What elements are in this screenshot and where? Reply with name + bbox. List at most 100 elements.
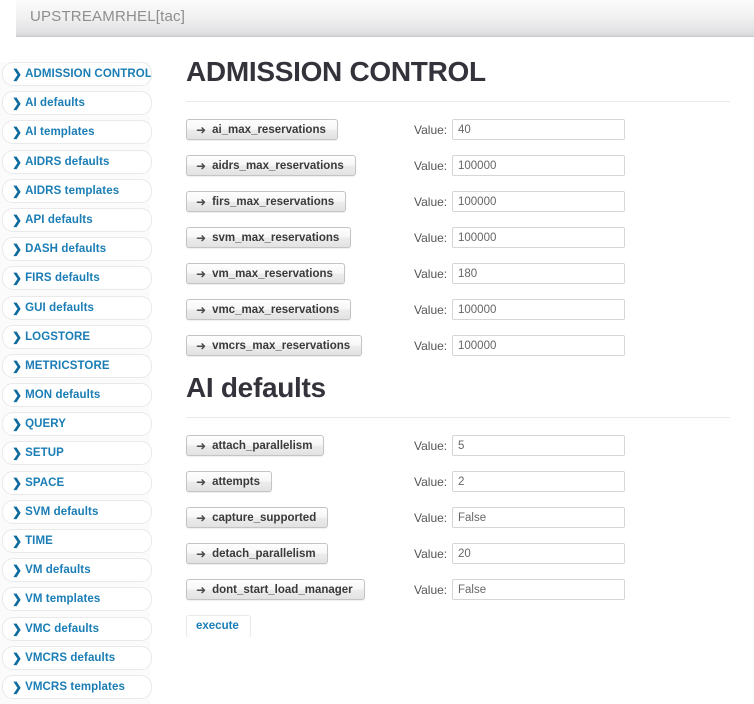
parameter-button-vmcrs-max-reservations[interactable]: ➜ vmcrs_max_reservations [186,335,363,356]
sidebar-item-query[interactable]: ❯ QUERY [2,412,152,437]
parameter-button-label: vmc_max_reservations [212,304,340,316]
sidebar-item-vmc-defaults[interactable]: ❯ VMC defaults [2,616,152,641]
chevron-right-icon: ❯ [12,154,23,169]
sidebar-item-setup[interactable]: ❯ SETUP [2,441,152,466]
parameter-button-execute[interactable]: execute [186,615,251,637]
sidebar-navigation: ❯ ADMISSION CONTROL ❯ AI defaults ❯ AI templa… [0,62,152,704]
value-label: Value: [414,123,448,137]
parameter-button-vmc-max-reservations[interactable]: ➜ vmc_max_reservations [186,299,352,320]
chevron-right-icon: ❯ [12,183,23,198]
arrow-right-icon: ➜ [196,123,207,137]
value-input-detach-parallelism[interactable] [452,543,625,564]
sidebar-item-dash-defaults[interactable]: ❯ DASH defaults [2,237,152,262]
chevron-right-icon: ❯ [12,417,23,432]
parameter-rows: ➜ attach_parallelism Value: ➜ attempts Value:… [186,418,746,637]
parameter-button-attach-parallelism[interactable]: ➜ attach_parallelism [186,435,325,456]
chevron-right-icon: ❯ [12,96,23,111]
parameter-button-attempts[interactable]: ➜ attempts [186,471,272,492]
arrow-right-icon: ➜ [196,439,207,453]
value-label: Value: [414,511,448,525]
chevron-right-icon: ❯ [12,475,23,490]
sidebar-item-vm-templates[interactable]: ❯ VM templates [2,587,152,612]
section-heading: ADMISSION CONTROL [186,56,486,87]
parameter-row: ➜ vmcrs_max_reservations Value: [186,335,746,371]
chevron-right-icon: ❯ [12,300,23,315]
parameter-button-dont-start-load-manager[interactable]: ➜ dont_start_load_manager [186,579,365,600]
parameter-row: ➜ vm_max_reservations Value: [186,263,746,299]
chevron-right-icon: ❯ [12,563,23,578]
sidebar-item-ai-defaults[interactable]: ❯ AI defaults [2,91,152,116]
parameter-button-firs-max-reservations[interactable]: ➜ firs_max_reservations [186,191,347,212]
parameter-row: ➜ firs_max_reservations Value: [186,191,746,227]
value-input-aidrs-max-reservations[interactable] [452,155,625,176]
parameter-row: ➜ attach_parallelism Value: [186,435,746,471]
sidebar-item-api-defaults[interactable]: ❯ API defaults [2,207,152,232]
parameter-button-svm-max-reservations[interactable]: ➜ svm_max_reservations [186,227,352,248]
sidebar-item-aidrs-defaults[interactable]: ❯ AIDRS defaults [2,149,152,174]
section-heading: AI defaults [186,372,326,403]
sidebar-item-label: VM templates [25,593,101,606]
sidebar-item-label: AIDRS defaults [25,155,110,168]
sidebar-item-mon-defaults[interactable]: ❯ MON defaults [2,383,152,408]
value-label: Value: [414,475,448,489]
sidebar-item-metricstore[interactable]: ❯ METRICSTORE [2,353,152,378]
parameter-button-ai-max-reservations[interactable]: ➜ ai_max_reservations [186,119,338,140]
sidebar-item-firs-defaults[interactable]: ❯ FIRS defaults [2,266,152,291]
sidebar-item-aidrs-templates[interactable]: ❯ AIDRS templates [2,178,152,203]
parameter-button-detach-parallelism[interactable]: ➜ detach_parallelism [186,543,328,564]
arrow-right-icon: ➜ [196,267,207,281]
arrow-right-icon: ➜ [196,195,207,209]
chevron-right-icon: ❯ [12,67,23,81]
value-input-attempts[interactable] [452,471,625,492]
parameter-button-label: capture_supported [212,512,317,524]
sidebar-item-ai-templates[interactable]: ❯ AI templates [2,120,152,145]
parameter-row-partial: execute [186,615,746,637]
sidebar-item-time[interactable]: ❯ TIME [2,529,152,553]
parameter-button-label: attempts [212,476,260,488]
sidebar-item-label: GUI defaults [25,301,94,314]
sidebar-item-vm-defaults[interactable]: ❯ VM defaults [2,558,152,583]
value-input-dont-start-load-manager[interactable] [452,579,625,600]
chevron-right-icon: ❯ [12,358,23,373]
sidebar-item-admission-control[interactable]: ❯ ADMISSION CONTROL [2,62,152,86]
sidebar-item-space[interactable]: ❯ SPACE [2,470,152,495]
parameter-button-label: aidrs_max_reservations [212,160,344,172]
sidebar-item-label: AI templates [25,126,95,139]
parameter-button-aidrs-max-reservations[interactable]: ➜ aidrs_max_reservations [186,155,356,176]
value-input-vmc-max-reservations[interactable] [452,299,625,320]
parameter-row: ➜ ai_max_reservations Value: [186,119,746,155]
value-input-capture-supported[interactable] [452,507,625,528]
value-label: Value: [414,231,448,245]
chevron-right-icon: ❯ [12,504,23,519]
chevron-right-icon: ❯ [12,125,23,140]
sidebar-item-label: ADMISSION CONTROL [25,68,152,80]
sidebar-item-svm-defaults[interactable]: ❯ SVM defaults [2,499,152,524]
parameter-button-label: detach_parallelism [212,548,316,560]
value-label: Value: [414,439,448,453]
arrow-right-icon: ➜ [196,159,207,173]
sidebar-item-label: VMCRS defaults [25,651,116,664]
sidebar-item-label: VM defaults [25,564,91,577]
value-input-vm-max-reservations[interactable] [452,263,625,284]
parameter-button-capture-supported[interactable]: ➜ capture_supported [186,507,329,528]
value-input-ai-max-reservations[interactable] [452,119,625,140]
parameter-row: ➜ attempts Value: [186,471,746,507]
sidebar-item-gui-defaults[interactable]: ❯ GUI defaults [2,295,152,320]
arrow-right-icon: ➜ [196,511,207,525]
sidebar-item-vmcrs-templates[interactable]: ❯ VMCRS templates [2,674,152,699]
sidebar-item-label: FIRS defaults [25,272,100,285]
value-input-vmcrs-max-reservations[interactable] [452,335,625,356]
sidebar-item-vmcrs-defaults[interactable]: ❯ VMCRS defaults [2,645,152,670]
parameter-button-label: dont_start_load_manager [212,584,353,596]
sidebar-item-label: SPACE [25,476,65,489]
chevron-right-icon: ❯ [12,621,23,636]
value-input-attach-parallelism[interactable] [452,435,625,456]
value-input-svm-max-reservations[interactable] [452,227,625,248]
value-input-firs-max-reservations[interactable] [452,191,625,212]
chevron-right-icon: ❯ [12,329,23,344]
parameter-button-vm-max-reservations[interactable]: ➜ vm_max_reservations [186,263,345,284]
sidebar-item-label: VMCRS templates [25,680,125,693]
sidebar-item-logstore[interactable]: ❯ LOGSTORE [2,324,152,349]
chevron-right-icon: ❯ [12,271,23,286]
parameter-row: ➜ dont_start_load_manager Value: [186,579,746,615]
